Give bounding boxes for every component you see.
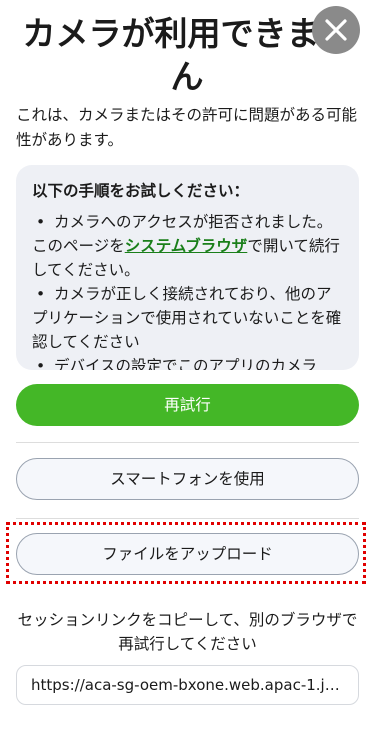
intro-text: これは、カメラまたはその許可に問題がある可能性があります。 [16,106,358,149]
tip-text: デバイスの設定でこのアプリのカメラ [54,357,318,370]
tip-item: • デバイスの設定でこのアプリのカメラ [32,354,343,370]
bullet: • [36,213,46,231]
bullet: • [36,357,46,370]
session-instruction: セッションリンクをコピーして、別のブラウザで再試行してください [17,611,358,653]
retry-button[interactable]: 再試行 [16,384,359,426]
divider [16,442,359,443]
system-browser-link[interactable]: システムブラウザ [125,237,248,255]
close-button[interactable] [312,6,360,54]
page-title: カメラが利用できません [22,14,352,96]
tip-item: • カメラへのアクセスが拒否されました。このページをシステムブラウザで開いて続行し… [32,210,343,282]
close-icon [325,19,347,41]
tip-item: • カメラが正しく接続されており、他のアプリケーションで使用されていないことを確認… [32,282,343,354]
tips-panel: 以下の手順をお試しください： • カメラへのアクセスが拒否されました。このページを… [16,165,359,370]
divider [16,518,359,519]
tips-heading: 以下の手順をお試しください： [32,182,250,200]
session-link-field[interactable]: https://aca-sg-oem-bxone.web.apac-1.ju..… [16,665,359,705]
use-smartphone-button[interactable]: スマートフォンを使用 [16,458,359,500]
bullet: • [36,285,46,303]
tip-text: カメラが正しく接続されており、他のアプリケーションで使用されていないことを確認し… [32,285,342,351]
upload-file-button[interactable]: ファイルをアップロード [16,533,359,575]
